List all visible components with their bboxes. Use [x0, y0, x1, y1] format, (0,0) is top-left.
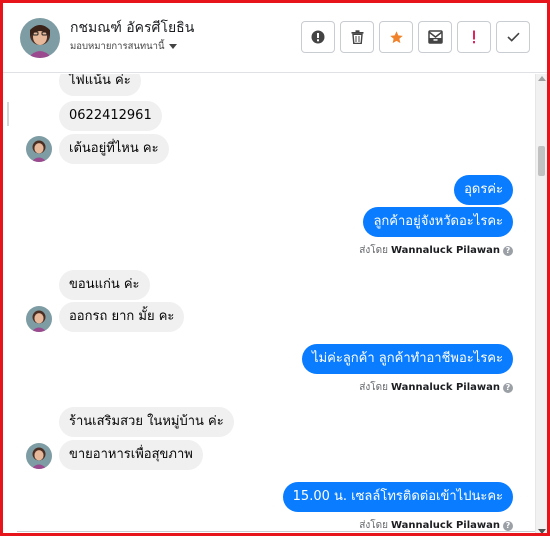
check-icon — [506, 32, 520, 42]
sent-by-label: ส่งโดย Wannaluck Pilawan ? — [359, 380, 513, 395]
trash-icon — [351, 30, 363, 44]
exclamation-circle-icon — [311, 30, 325, 44]
assign-label: มอบหมายการสนทนานี้ — [70, 41, 165, 52]
thread-edge-marker — [7, 102, 9, 126]
composer-edge — [17, 531, 535, 533]
incoming-message[interactable]: 0622412961 — [59, 101, 162, 131]
archive-icon — [427, 30, 443, 44]
star-icon — [389, 30, 403, 43]
delete-button[interactable] — [340, 21, 374, 53]
sent-by-prefix: ส่งโดย — [359, 245, 388, 256]
mark-done-button[interactable] — [496, 21, 530, 53]
thread-scrollbar[interactable] — [535, 74, 547, 533]
archive-button[interactable] — [418, 21, 452, 53]
message-thread[interactable]: ไฟแน้น ค่ะ 0622412961 เต้นอยู่ที่ไหน คะ … — [3, 74, 547, 533]
incoming-message[interactable]: ออกรถ ยาก มั้ย คะ — [59, 302, 185, 332]
scroll-down-icon[interactable] — [538, 529, 546, 533]
help-icon[interactable]: ? — [503, 520, 513, 531]
contact-avatar-small — [26, 136, 52, 162]
incoming-message[interactable]: ขอนแก่น ค่ะ — [59, 270, 150, 300]
help-icon[interactable]: ? — [503, 382, 513, 393]
agent-name: Wannaluck Pilawan — [390, 382, 500, 393]
outgoing-message[interactable]: ลูกค้าอยู่จังหวัดอะไรคะ — [363, 207, 513, 237]
conversation-header: กชมณฑ์ อัครศีโยธิน มอบหมายการสนทนานี้ — [3, 3, 547, 73]
incoming-message[interactable]: เต้นอยู่ที่ไหน คะ — [59, 134, 169, 164]
incoming-message[interactable]: ไฟแน้น ค่ะ — [59, 74, 141, 96]
outgoing-message[interactable]: ไม่ค่ะลูกค้า ลูกค้าทำอาชีพอะไรคะ — [302, 344, 513, 374]
exclamation-icon — [473, 30, 475, 44]
contact-avatar[interactable] — [20, 18, 60, 58]
conversation-toolbar — [301, 21, 530, 53]
sent-by-label: ส่งโดย Wannaluck Pilawan ? — [359, 243, 513, 258]
scroll-up-icon[interactable] — [538, 76, 546, 81]
contact-avatar-small — [26, 443, 52, 469]
assign-conversation-dropdown[interactable]: มอบหมายการสนทนานี้ — [70, 39, 177, 54]
sent-by-prefix: ส่งโดย — [359, 382, 388, 393]
mark-urgent-button[interactable] — [457, 21, 491, 53]
contact-avatar-small — [26, 306, 52, 332]
star-button[interactable] — [379, 21, 413, 53]
agent-name: Wannaluck Pilawan — [390, 520, 500, 531]
incoming-message[interactable]: ขายอาหารเพื่อสุขภาพ — [59, 440, 203, 470]
outgoing-message[interactable]: 15.00 น. เซลล์โทรติดต่อเข้าไปนะคะ — [282, 482, 513, 512]
incoming-message[interactable]: ร้านเสริมสวย ในหมู่บ้าน ค่ะ — [59, 407, 234, 437]
scroll-thumb[interactable] — [538, 146, 545, 176]
help-icon[interactable]: ? — [503, 245, 513, 256]
contact-name: กชมณฑ์ อัครศีโยธิน — [70, 20, 195, 36]
agent-name: Wannaluck Pilawan — [390, 245, 500, 256]
outgoing-message[interactable]: อุดรค่ะ — [454, 175, 513, 205]
window-frame: กชมณฑ์ อัครศีโยธิน มอบหมายการสนทนานี้ ไฟ… — [0, 0, 550, 536]
caret-down-icon — [168, 44, 177, 49]
spam-button[interactable] — [301, 21, 335, 53]
